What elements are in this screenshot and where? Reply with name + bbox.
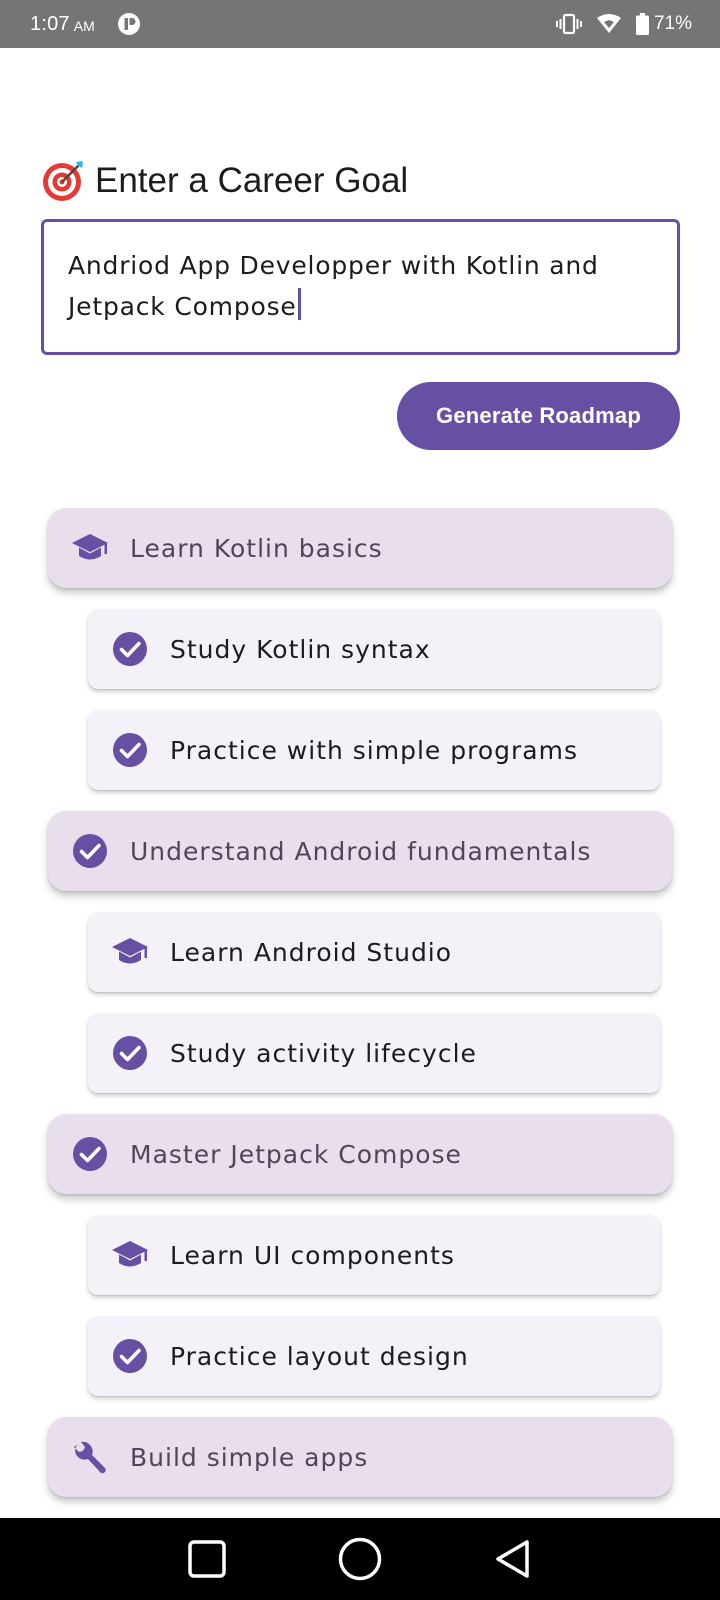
roadmap-item-label: Study Kotlin syntax (170, 634, 431, 664)
check-circle-icon (110, 629, 150, 669)
career-goal-input-value: Andriod App Developper with Kotlin and J… (68, 251, 599, 321)
page-title: Enter a Career Goal (95, 161, 409, 200)
check-circle-icon (110, 730, 150, 770)
text-cursor (297, 288, 301, 320)
roadmap-item-label: Practice layout design (170, 1341, 469, 1371)
roadmap-item-label: Practice with simple programs (170, 735, 578, 765)
status-ampm: AM (73, 18, 95, 34)
roadmap-substep-card[interactable]: Learn Android Studio (88, 912, 660, 992)
check-circle-icon (110, 1336, 150, 1376)
roadmap-step-card[interactable]: Understand Android fundamentals (48, 811, 672, 891)
home-circle-icon (338, 1537, 382, 1581)
check-circle-icon (70, 831, 110, 871)
status-bar: 1:07 AM 71% (0, 0, 720, 48)
check-circle-icon (70, 1134, 110, 1174)
career-goal-input[interactable]: Andriod App Developper with Kotlin and J… (41, 219, 680, 355)
wifi-icon (596, 13, 622, 35)
roadmap-substep-card[interactable]: Practice with simple programs (88, 710, 660, 790)
roadmap-step-card[interactable]: Learn Kotlin basics (48, 508, 672, 588)
generate-roadmap-button[interactable]: Generate Roadmap (397, 382, 680, 450)
roadmap-item-label: Build simple apps (130, 1442, 369, 1472)
back-button[interactable] (483, 1529, 543, 1589)
roadmap-item-label: Learn Android Studio (170, 937, 453, 967)
wrench-icon (70, 1437, 110, 1477)
roadmap-step-card[interactable]: Build simple apps (48, 1417, 672, 1497)
roadmap-item-label: Understand Android fundamentals (130, 836, 592, 866)
home-button[interactable] (330, 1529, 390, 1589)
roadmap-item-label: Learn Kotlin basics (130, 533, 383, 563)
roadmap-item-label: Study activity lifecycle (170, 1038, 477, 1068)
roadmap-item-label: Master Jetpack Compose (130, 1139, 462, 1169)
graduation-cap-icon (110, 932, 150, 972)
roadmap-step-card[interactable]: Master Jetpack Compose (48, 1114, 672, 1194)
graduation-cap-icon (70, 528, 110, 568)
roadmap-item-label: Learn UI components (170, 1240, 455, 1270)
graduation-cap-icon (110, 1235, 150, 1275)
recent-apps-square-icon (187, 1540, 226, 1578)
battery-icon (635, 13, 649, 35)
roadmap-substep-card[interactable]: Learn UI components (88, 1215, 660, 1295)
roadmap-substep-card[interactable]: Study Kotlin syntax (88, 609, 660, 689)
roadmap-substep-card[interactable]: Practice layout design (88, 1316, 660, 1396)
back-triangle-icon (496, 1540, 530, 1578)
vibrate-icon (555, 13, 582, 35)
navigation-bar (0, 1518, 720, 1600)
direct-hit-target-icon (41, 159, 85, 203)
battery-percentage: 71% (653, 13, 692, 34)
app-notification-icon (117, 12, 141, 36)
roadmap-substep-card[interactable]: Study activity lifecycle (88, 1013, 660, 1093)
check-circle-icon (110, 1033, 150, 1073)
goal-heading: Enter a Career Goal (41, 157, 408, 205)
status-time: 1:07 (30, 12, 70, 35)
recent-apps-button[interactable] (177, 1529, 237, 1589)
